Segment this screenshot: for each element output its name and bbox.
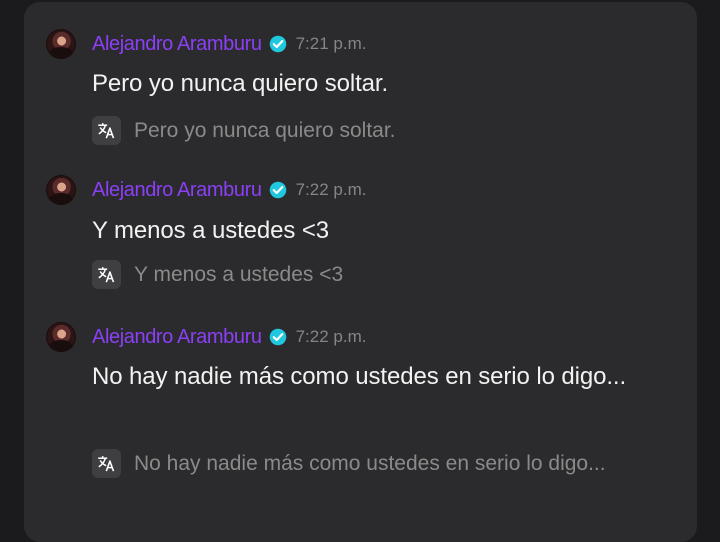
verified-badge-icon bbox=[269, 328, 287, 346]
message-timestamp: 7:21 p.m. bbox=[295, 34, 367, 53]
message-header: Alejandro Aramburu 7:22 p.m. bbox=[92, 177, 366, 203]
user-avatar[interactable] bbox=[46, 29, 76, 59]
author-name[interactable]: Alejandro Aramburu bbox=[92, 179, 262, 202]
message-text[interactable]: No hay nadie más como ustedes en serio l… bbox=[92, 357, 652, 397]
message-timestamp: 7:22 p.m. bbox=[295, 327, 367, 346]
avatar-shirt bbox=[49, 340, 73, 352]
message-header: Alejandro Aramburu 7:22 p.m. bbox=[92, 324, 366, 350]
verified-badge-icon-svg bbox=[269, 35, 286, 53]
translate-icon-svg bbox=[98, 123, 115, 139]
user-avatar[interactable] bbox=[46, 322, 76, 352]
author-name[interactable]: Alejandro Aramburu bbox=[92, 33, 262, 56]
translation-text: No hay nadie más como ustedes en serio l… bbox=[134, 452, 606, 475]
translation-text: Y menos a ustedes <3 bbox=[134, 263, 344, 286]
message-header: Alejandro Aramburu 7:21 p.m. bbox=[92, 31, 366, 57]
message-timestamp: 7:22 p.m. bbox=[295, 180, 367, 199]
verified-badge-icon bbox=[269, 35, 287, 53]
verified-badge-icon bbox=[269, 181, 287, 199]
verified-badge-icon-svg bbox=[269, 328, 286, 346]
translate-icon[interactable] bbox=[92, 116, 121, 145]
translate-icon[interactable] bbox=[92, 260, 121, 289]
translation-text: Pero yo nunca quiero soltar. bbox=[134, 119, 396, 142]
translate-icon-svg bbox=[98, 267, 115, 283]
message-text[interactable]: Pero yo nunca quiero soltar. bbox=[92, 64, 652, 104]
message-text[interactable]: Y menos a ustedes <3 bbox=[92, 211, 652, 251]
avatar-shirt bbox=[49, 193, 73, 205]
verified-badge-icon-svg bbox=[269, 181, 286, 199]
user-avatar[interactable] bbox=[46, 175, 76, 205]
chat-panel: Alejandro Aramburu 7:21 p.m. Pero yo nun… bbox=[24, 2, 697, 542]
avatar-shirt bbox=[49, 47, 73, 59]
author-name[interactable]: Alejandro Aramburu bbox=[92, 326, 262, 349]
